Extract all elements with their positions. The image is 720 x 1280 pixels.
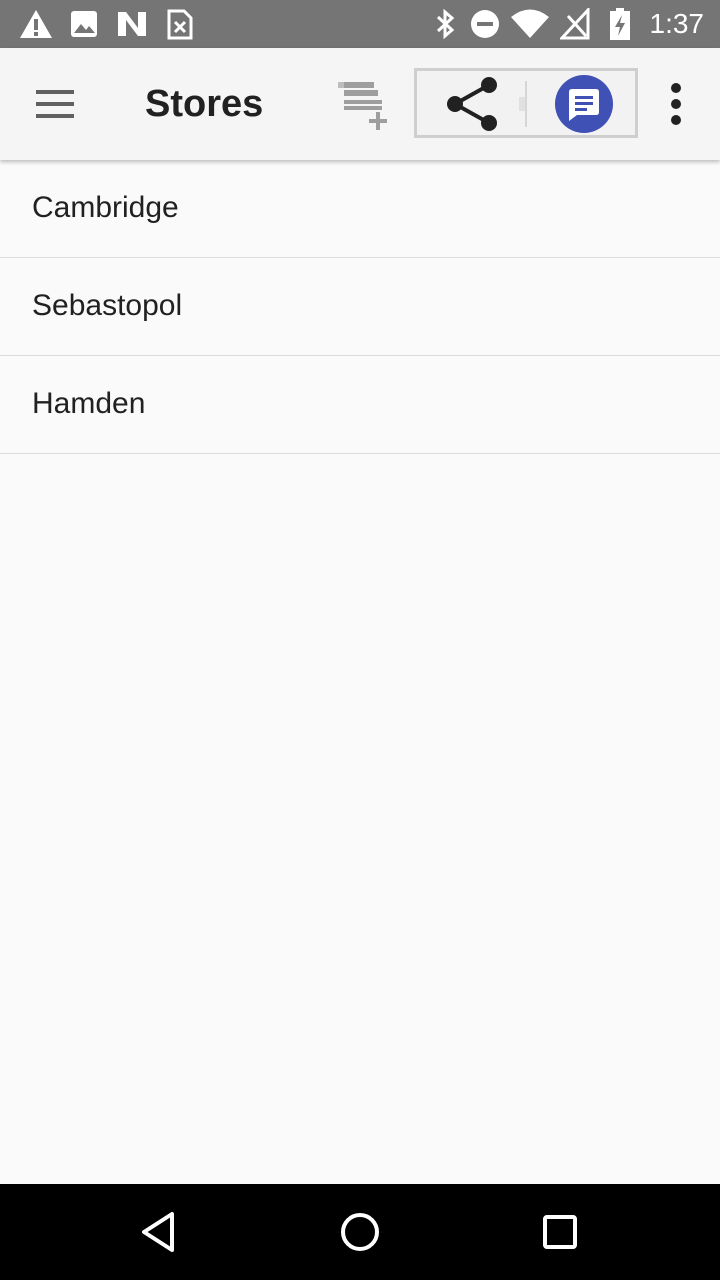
n-app-icon (118, 12, 146, 36)
app-bar: Stores (0, 48, 720, 160)
list-item[interactable]: Cambridge (0, 160, 720, 258)
status-bar: 1:37 (0, 0, 720, 48)
status-time: 1:37 (649, 8, 705, 39)
alert-icon (20, 10, 52, 38)
store-list: Cambridge Sebastopol Hamden (0, 160, 720, 454)
overflow-menu-icon[interactable] (656, 78, 696, 130)
list-item-label: Cambridge (32, 191, 179, 224)
wifi-icon (511, 9, 549, 38)
recents-icon[interactable] (536, 1208, 584, 1256)
list-item-label: Sebastopol (32, 289, 183, 322)
list-item[interactable]: Sebastopol (0, 258, 720, 356)
share-icon[interactable] (419, 73, 525, 133)
do-not-disturb-icon (471, 10, 499, 38)
back-icon[interactable] (136, 1208, 184, 1256)
battery-charging-icon (610, 8, 630, 40)
home-icon[interactable] (336, 1208, 384, 1256)
page-title: Stores (145, 83, 264, 125)
messages-icon[interactable] (551, 73, 617, 133)
sim-card-icon (167, 9, 193, 40)
add-list-icon[interactable] (332, 76, 400, 132)
navigation-bar (0, 1184, 720, 1280)
screen: 1:37 Stores Cambridge Sebastopol Hamden (0, 0, 720, 1280)
share-action-group (414, 68, 638, 138)
menu-icon[interactable] (24, 80, 88, 128)
list-item[interactable]: Hamden (0, 356, 720, 454)
signal-off-icon (560, 8, 590, 40)
image-icon (71, 11, 97, 37)
divider (525, 81, 527, 127)
bluetooth-icon (436, 8, 455, 40)
list-item-label: Hamden (32, 387, 146, 420)
